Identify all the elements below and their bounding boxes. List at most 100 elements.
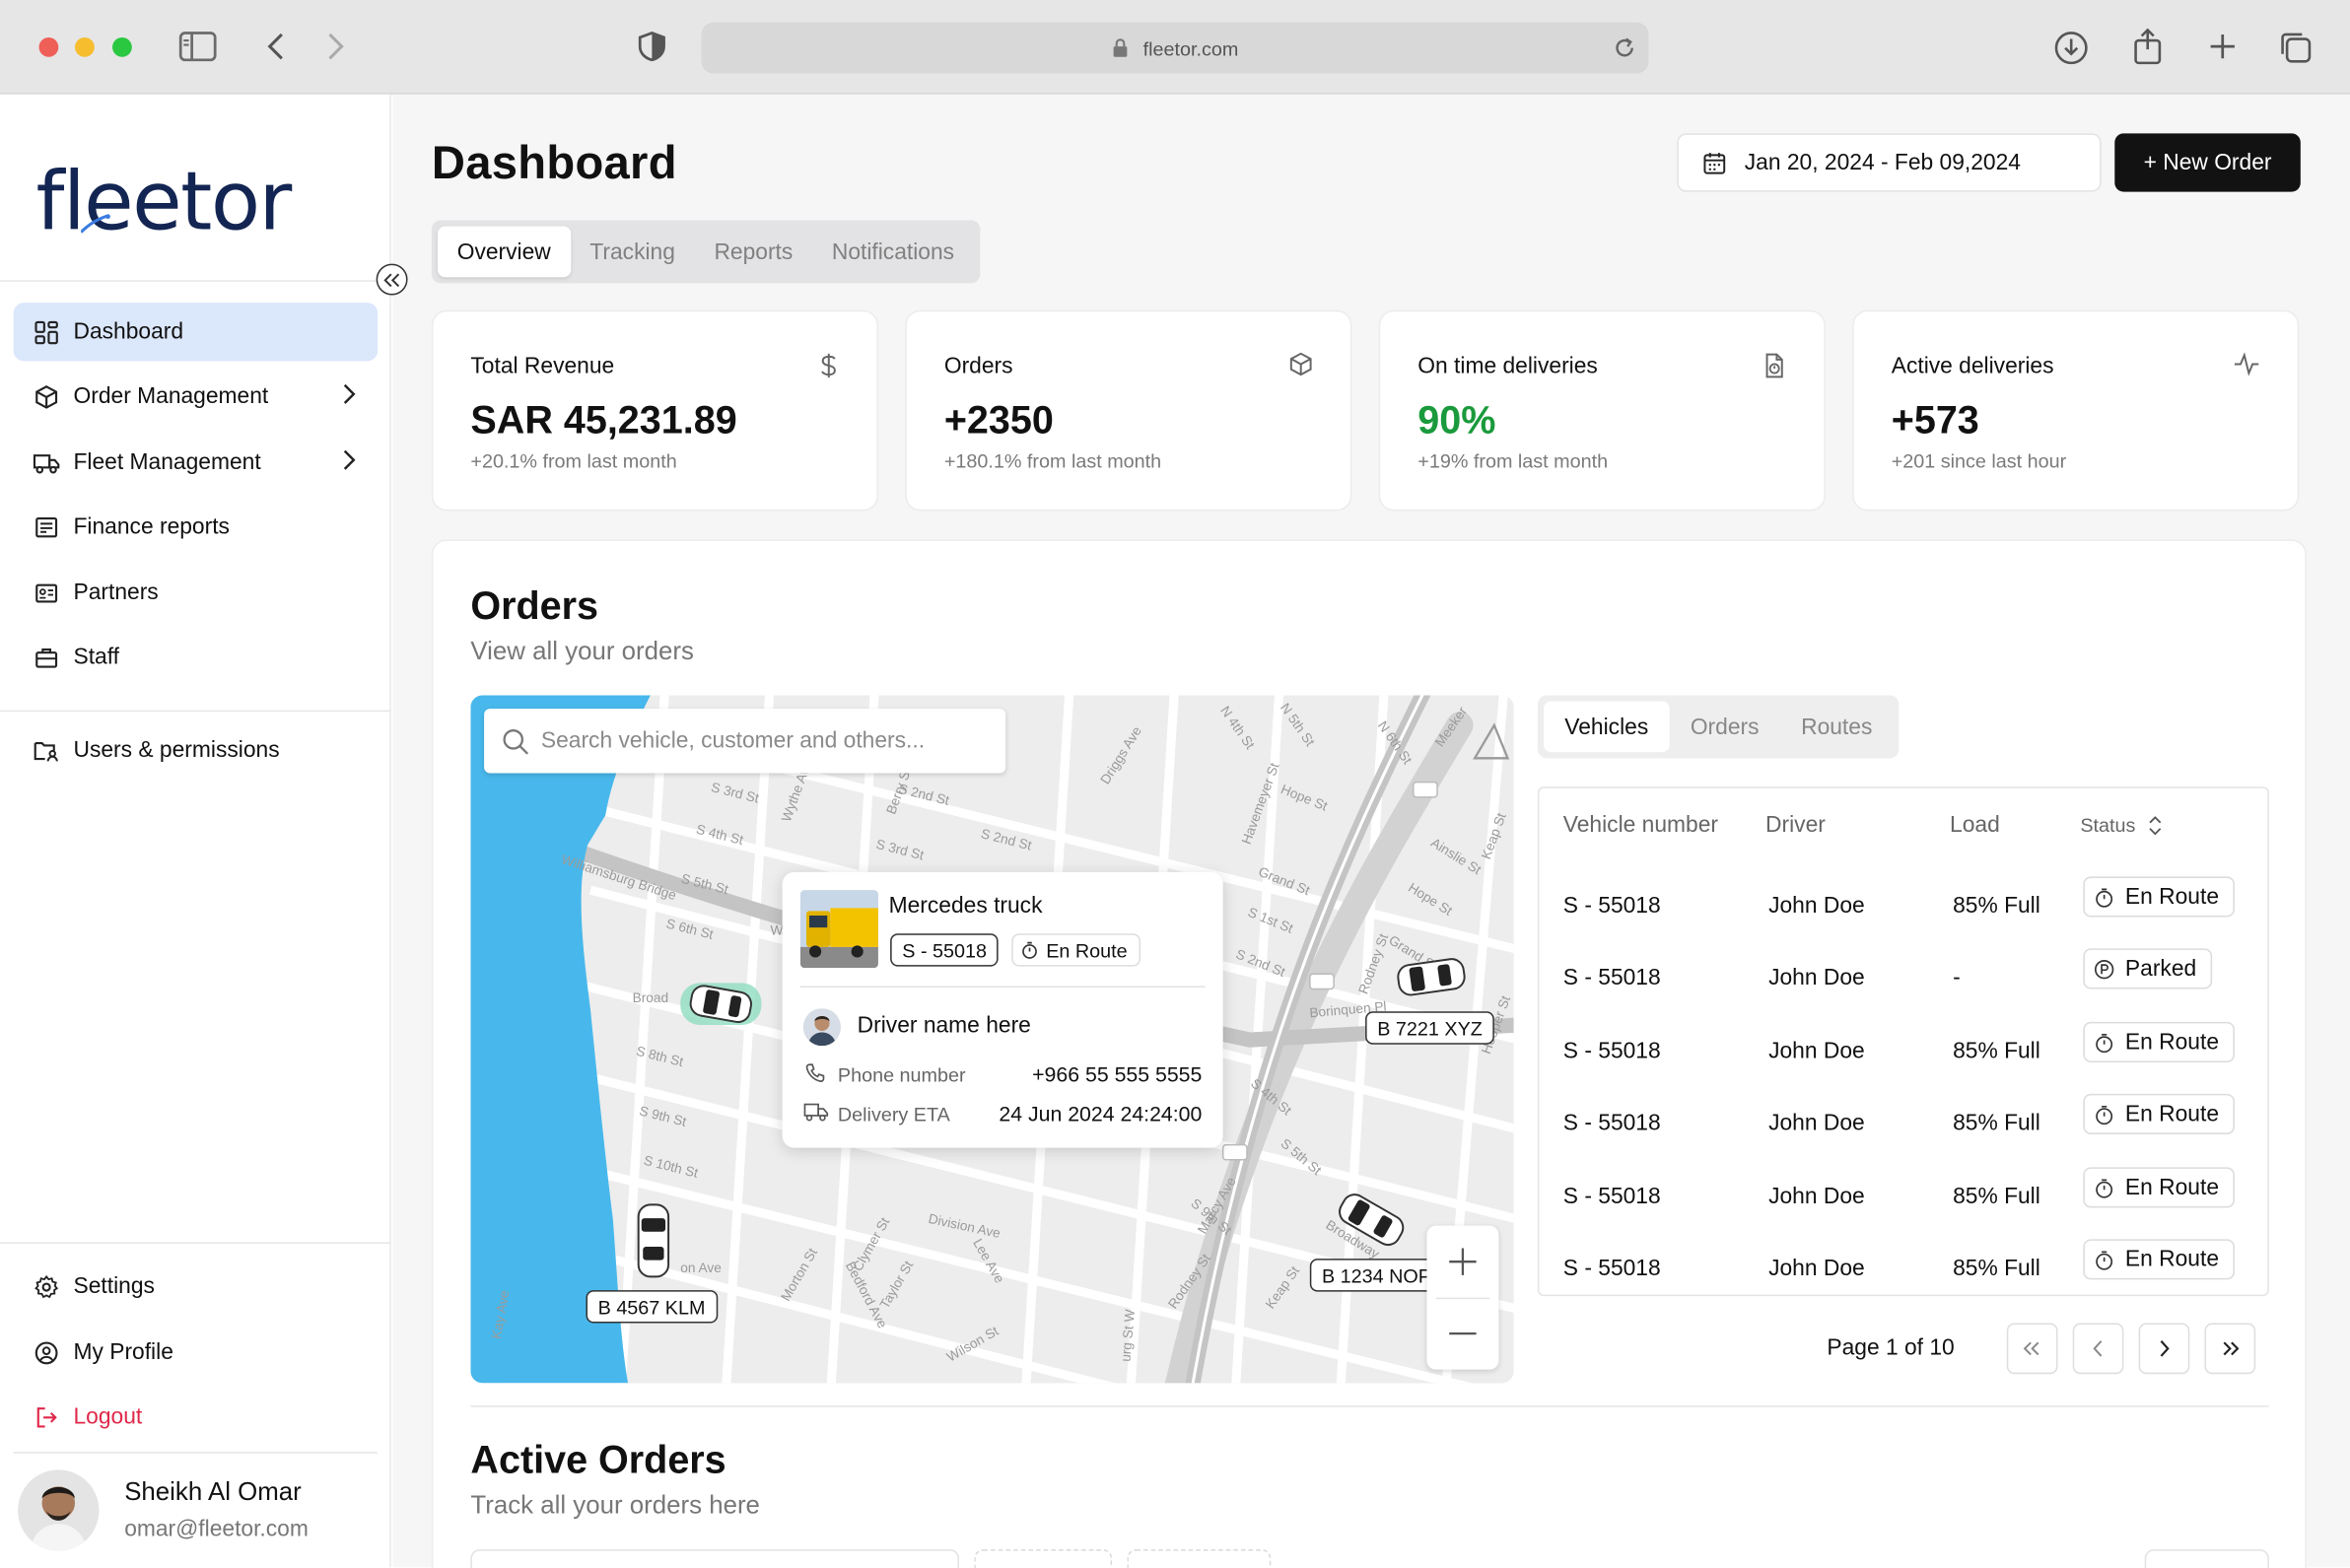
reload-icon[interactable]	[1613, 35, 1636, 59]
new-tab-icon[interactable]	[2206, 30, 2239, 62]
view-options-button[interactable]	[2144, 1549, 2269, 1568]
popup-eta-value: 24 Jun 2024 24:24:00	[999, 1101, 1203, 1125]
popup-plate: S - 55018	[890, 933, 1000, 967]
logo-swoosh-icon	[80, 161, 110, 255]
sidebar-item-label: Staff	[73, 644, 120, 670]
previous-page-button[interactable]	[2072, 1323, 2124, 1375]
chevrons-left-icon	[2023, 1341, 2041, 1356]
sidebar-item-staff[interactable]: Staff	[14, 628, 378, 686]
popup-driver-name: Driver name here	[857, 1012, 1031, 1039]
column-header-status[interactable]: Status	[2080, 814, 2162, 836]
cell-vehicle: S - 55018	[1562, 1256, 1661, 1281]
last-page-button[interactable]	[2204, 1323, 2256, 1375]
tab-reports[interactable]: Reports	[695, 227, 812, 278]
sidebar-item-dashboard[interactable]: Dashboard	[13, 303, 379, 362]
vehicle-plate-label[interactable]: B 4567 KLM	[586, 1290, 718, 1324]
cell-driver: John Doe	[1768, 1110, 1865, 1136]
column-header-vehicle[interactable]: Vehicle number	[1563, 812, 1718, 838]
sidebar-item-order-management[interactable]: Order Management	[14, 367, 378, 425]
brand-logo[interactable]: fleetor	[35, 155, 292, 249]
calendar-icon	[1702, 151, 1726, 174]
next-page-button[interactable]	[2138, 1323, 2190, 1375]
table-row[interactable]: S - 55018 John Doe 85% Full En Route	[1539, 872, 2267, 944]
tab-tracking[interactable]: Tracking	[571, 227, 695, 278]
table-row[interactable]: S - 55018 John Doe - Parked	[1539, 944, 2267, 1016]
vehicle-marker-selected[interactable]	[677, 980, 764, 1028]
table-row[interactable]: S - 55018 John Doe 85% Full En Route	[1539, 1017, 2267, 1089]
first-page-button[interactable]	[2006, 1323, 2058, 1375]
date-range-text: Jan 20, 2024 - Feb 09,2024	[1744, 150, 2021, 175]
sidebar-toggle-icon[interactable]	[178, 30, 218, 62]
collapse-sidebar-button[interactable]	[376, 263, 408, 296]
filter-button[interactable]	[974, 1549, 1113, 1568]
close-window-button[interactable]	[38, 37, 59, 57]
minimize-window-button[interactable]	[75, 37, 95, 57]
cell-vehicle: S - 55018	[1562, 965, 1661, 990]
table-row[interactable]: S - 55018 John Doe 85% Full En Route	[1539, 1235, 2267, 1295]
status-badge: Parked	[2083, 948, 2212, 989]
shield-icon[interactable]	[637, 30, 666, 62]
sidebar-item-label: My Profile	[73, 1339, 173, 1366]
zoom-in-button[interactable]	[1426, 1226, 1498, 1298]
vehicle-plate-label[interactable]: B 1234 NOP	[1309, 1259, 1444, 1292]
maximize-window-button[interactable]	[112, 37, 132, 57]
sidebar-item-logout[interactable]: Logout	[14, 1388, 378, 1446]
tab-vehicles[interactable]: Vehicles	[1544, 701, 1670, 753]
tab-overview-icon[interactable]	[2278, 30, 2314, 65]
map-search-input[interactable]: Search vehicle, customer and others...	[484, 709, 1006, 774]
chevron-right-icon	[342, 382, 357, 412]
sidebar-item-label: Logout	[73, 1403, 143, 1430]
new-order-button[interactable]: + New Order	[2114, 133, 2301, 192]
status-badge: En Route	[2083, 1239, 2235, 1280]
status-badge: En Route	[2083, 1093, 2235, 1134]
id-card-icon	[33, 579, 59, 606]
share-icon[interactable]	[2131, 27, 2164, 66]
forward-icon[interactable]	[323, 30, 347, 62]
vehicle-marker[interactable]	[1328, 1190, 1415, 1250]
vehicle-plate-label[interactable]: B 7221 XYZ	[1365, 1011, 1495, 1045]
cell-driver: John Doe	[1768, 1184, 1865, 1209]
avatar[interactable]	[18, 1469, 100, 1551]
sidebar-item-my-profile[interactable]: My Profile	[14, 1324, 378, 1382]
chevron-right-icon	[342, 448, 357, 478]
sidebar-item-settings[interactable]: Settings	[14, 1258, 378, 1316]
back-icon[interactable]	[264, 30, 288, 62]
pagination-text: Page 1 of 10	[1827, 1334, 1955, 1361]
svg-text:on Ave: on Ave	[680, 1261, 722, 1275]
scaled-canvas: fleetor.com fleetor Dashboard Order Mana…	[0, 0, 2350, 1568]
date-range-picker[interactable]: Jan 20, 2024 - Feb 09,2024	[1677, 133, 2102, 192]
filter-button[interactable]	[1127, 1549, 1272, 1568]
vehicle-marker[interactable]	[630, 1197, 678, 1284]
vehicle-marker[interactable]	[1388, 953, 1475, 1001]
table-row[interactable]: S - 55018 John Doe 85% Full En Route	[1539, 1089, 2267, 1161]
download-icon[interactable]	[2053, 30, 2089, 65]
sidebar-item-fleet-management[interactable]: Fleet Management	[14, 433, 378, 491]
sidebar-item-partners[interactable]: Partners	[14, 564, 378, 622]
page-title: Dashboard	[431, 136, 677, 189]
url-text: fleetor.com	[1142, 36, 1239, 60]
column-header-load[interactable]: Load	[1950, 812, 2000, 838]
status-text: En Route	[2124, 1246, 2220, 1272]
popup-phone-label: Phone number	[837, 1063, 966, 1087]
sidebar-item-users-permissions[interactable]: Users & permissions	[14, 720, 378, 779]
popup-divider	[799, 986, 1206, 988]
sidebar-item-label: Fleet Management	[73, 449, 261, 475]
stat-value: 90%	[1417, 396, 1496, 443]
sidebar-item-finance-reports[interactable]: Finance reports	[14, 498, 378, 556]
stat-sub: +20.1% from last month	[470, 449, 677, 472]
active-orders-search-input[interactable]	[470, 1549, 960, 1568]
cell-driver: John Doe	[1768, 1038, 1865, 1064]
address-bar[interactable]: fleetor.com	[701, 22, 1649, 74]
zoom-out-button[interactable]	[1426, 1298, 1498, 1370]
cell-load: -	[1953, 965, 1961, 990]
orders-map[interactable]: S 3rd St S 4th St S 5th St S 6th St S 8t…	[470, 695, 1514, 1384]
column-header-driver[interactable]: Driver	[1765, 812, 1826, 838]
table-row[interactable]: S - 55018 John Doe 85% Full En Route	[1539, 1163, 2267, 1235]
tab-orders[interactable]: Orders	[1670, 702, 1780, 753]
tab-overview[interactable]: Overview	[437, 226, 571, 278]
stat-card-orders: Orders +2350 +180.1% from last month	[905, 309, 1352, 511]
stat-sub: +201 since last hour	[1891, 449, 2067, 472]
sidebar-divider	[0, 1242, 391, 1244]
tab-routes[interactable]: Routes	[1780, 702, 1894, 753]
tab-notifications[interactable]: Notifications	[812, 227, 974, 278]
